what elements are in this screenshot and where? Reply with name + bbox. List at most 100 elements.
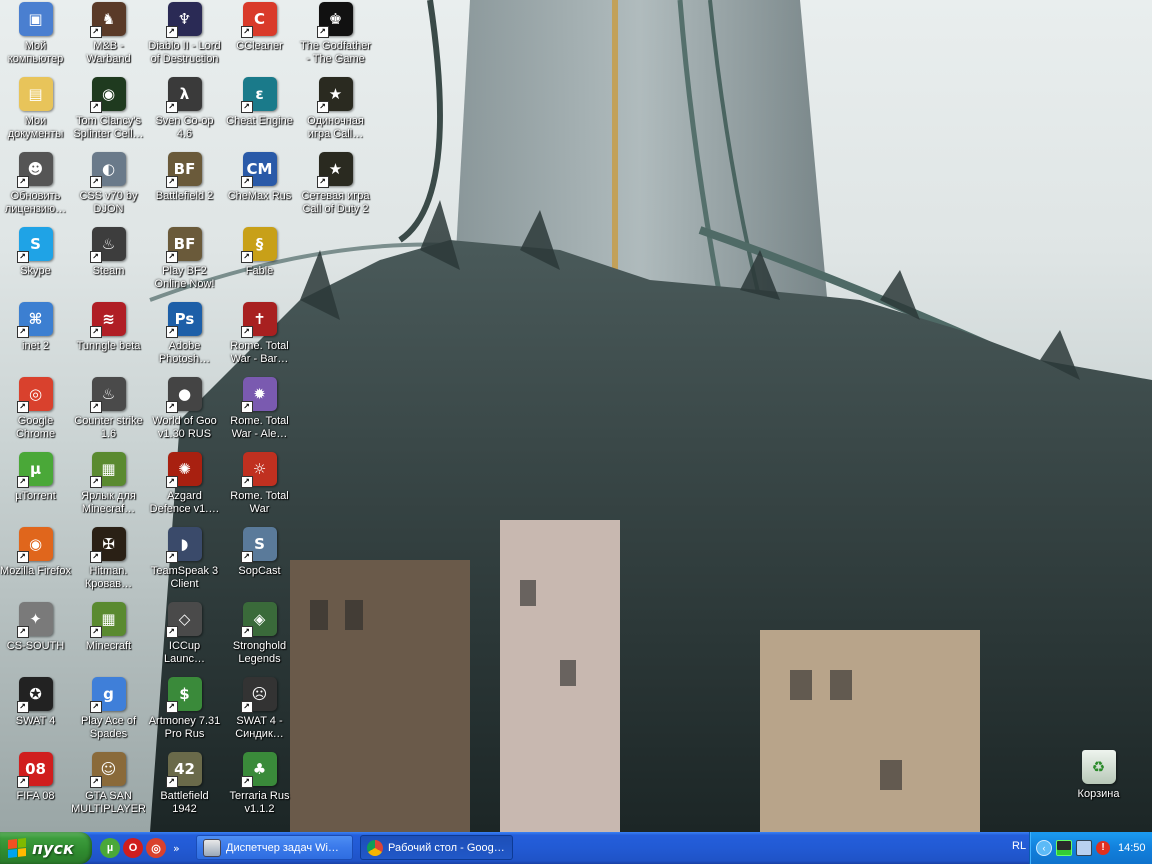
utorrent-icon[interactable]: µ <box>100 838 120 858</box>
terraria-icon: ♣ ↗ <box>240 752 277 788</box>
desktop-icon[interactable]: ☺ ↗ GTA SAN MULTIPLAYER <box>71 750 146 820</box>
rome-total-war-icon: ✝ ↗ <box>240 302 277 338</box>
desktop-icon-label: Hitman. Кровав… <box>84 565 133 590</box>
diablo2-icon: ♆ ↗ <box>165 2 202 38</box>
desktop-icon[interactable]: ▣ Мой компьютер <box>0 0 73 70</box>
desktop-icon-label: Sven Co-op 4.6 <box>155 115 214 140</box>
shortcut-arrow-icon: ↗ <box>16 476 29 488</box>
desktop-icon[interactable]: Ps ↗ Adobe Photosh… <box>147 300 222 370</box>
desktop-icon-label: Battlefield 2 <box>155 190 214 202</box>
start-button[interactable]: пуск <box>0 832 92 864</box>
chrome-icon <box>367 839 383 856</box>
chrome-icon[interactable]: ◎ <box>146 838 166 858</box>
swat4-icon: ✪ ↗ <box>16 677 53 713</box>
task-button-task-manager[interactable]: Диспетчер задач Wi… <box>196 835 353 860</box>
shortcut-arrow-icon: ↗ <box>165 476 178 488</box>
desktop-icon[interactable]: ⌘ ↗ inet 2 <box>0 300 73 370</box>
desktop-icon[interactable]: ★ ↗ Одиночная игра Call… <box>298 75 373 145</box>
clock[interactable]: 14:50 <box>1118 842 1146 854</box>
ace-of-spades-icon: g ↗ <box>89 677 126 713</box>
show-hidden-icons-chevron-icon[interactable]: ‹ <box>1036 840 1052 856</box>
shortcut-arrow-icon: ↗ <box>89 401 102 413</box>
desktop-icon[interactable]: ε ↗ Cheat Engine <box>222 75 297 145</box>
desktop-icon[interactable]: ♚ ↗ The Godfather - The Game <box>298 0 373 70</box>
desktop-icon-label: Terraria Rus v1.1.2 <box>229 790 290 815</box>
desktop-icon[interactable]: ◉ ↗ Tom Clancy's Splinter Cell… <box>71 75 146 145</box>
security-alert-icon[interactable]: ! <box>1096 841 1110 855</box>
desktop-icon[interactable]: § ↗ Fable <box>222 225 297 295</box>
task-button-chrome[interactable]: Рабочий стол - Goog… <box>360 835 513 860</box>
artmoney-icon: $ ↗ <box>165 677 202 713</box>
skype-icon: S ↗ <box>16 227 53 263</box>
desktop-icon[interactable]: ♨ ↗ Counter strike 1.6 <box>71 375 146 445</box>
shortcut-arrow-icon: ↗ <box>165 776 178 788</box>
desktop-icon[interactable]: ● ↗ World of Goo v1.30 RUS <box>147 375 222 445</box>
world-of-goo-icon: ● ↗ <box>165 377 202 413</box>
recycle-bin[interactable]: ♻ Корзина <box>1061 748 1136 818</box>
desktop-icon[interactable]: ✦ ↗ CS-SOUTH <box>0 600 73 670</box>
shortcut-arrow-icon: ↗ <box>165 26 178 38</box>
desktop-icon[interactable]: C ↗ CCleaner <box>222 0 297 70</box>
desktop-icon-label: Steam <box>92 265 125 277</box>
desktop-icon[interactable]: S ↗ Skype <box>0 225 73 295</box>
desktop-icon-label: SWAT 4 <box>15 715 56 727</box>
desktop-icon[interactable]: ◉ ↗ Mozilla Firefox <box>0 525 73 595</box>
desktop-icon[interactable]: ✠ ↗ Hitman. Кровав… <box>71 525 146 595</box>
desktop-icon[interactable]: ♨ ↗ Steam <box>71 225 146 295</box>
task-manager-icon <box>203 838 221 857</box>
desktop-icon[interactable]: ▤ Мои документы <box>0 75 73 145</box>
stronghold-icon: ◈ ↗ <box>240 602 277 638</box>
desktop-icon[interactable]: µ ↗ µTorrent <box>0 450 73 520</box>
desktop-icon-label: World of Goo v1.30 RUS <box>152 415 217 440</box>
desktop-icon[interactable]: ☻ ↗ Обновить лицензию… <box>0 150 73 220</box>
desktop-icon[interactable]: ◇ ↗ ICCup Launc… <box>147 600 222 670</box>
desktop-icon[interactable]: ☹ ↗ SWAT 4 - Синдик… <box>222 675 297 745</box>
shortcut-arrow-icon: ↗ <box>89 176 102 188</box>
desktop-icon[interactable]: g ↗ Play Ace of Spades <box>71 675 146 745</box>
desktop-icon[interactable]: CM ↗ CheMax Rus <box>222 150 297 220</box>
desktop-icon-label: CSS v70 by DJON <box>79 190 138 215</box>
desktop-icon[interactable]: ▦ ↗ Ярлык для Minecraf… <box>71 450 146 520</box>
desktop-icon[interactable]: ★ ↗ Сетевая игра Call of Duty 2 <box>298 150 373 220</box>
desktop-icon-label: Skype <box>20 265 51 277</box>
desktop-icon[interactable]: ▦ ↗ Minecraft <box>71 600 146 670</box>
desktop-icon-label: GTA SAN MULTIPLAYER <box>71 790 146 815</box>
desktop-icon[interactable]: ✪ ↗ SWAT 4 <box>0 675 73 745</box>
desktop-icon[interactable]: λ ↗ Sven Co-op 4.6 <box>147 75 222 145</box>
desktop-icon[interactable]: 42 ↗ Battlefield 1942 <box>147 750 222 820</box>
opera-icon[interactable]: O <box>123 838 143 858</box>
splinter-cell-icon: ◉ ↗ <box>89 77 126 113</box>
desktop-icon[interactable]: ◈ ↗ Stronghold Legends <box>222 600 297 670</box>
desktop-icon[interactable]: ◐ ↗ CSS v70 by DJON <box>71 150 146 220</box>
desktop-icon[interactable]: S ↗ SopCast <box>222 525 297 595</box>
desktop-icon[interactable]: ♞ ↗ M&B - Warband <box>71 0 146 70</box>
language-indicator[interactable]: RL <box>1012 840 1026 852</box>
desktop-icon-label: Play Ace of Spades <box>80 715 137 740</box>
desktop-icon[interactable]: 08 ↗ FIFA 08 <box>0 750 73 820</box>
desktop-icon[interactable]: ◎ ↗ Google Chrome <box>0 375 73 445</box>
desktop-icon[interactable]: ✹ ↗ Rome. Total War - Ale… <box>222 375 297 445</box>
rome-total-war-icon: ☼ ↗ <box>240 452 277 488</box>
desktop-icon[interactable]: ☼ ↗ Rome. Total War <box>222 450 297 520</box>
desktop-icon[interactable]: ♆ ↗ Diablo II - Lord of Destruction <box>147 0 222 70</box>
desktop-icon[interactable]: ◗ ↗ TeamSpeak 3 Client <box>147 525 222 595</box>
shortcut-arrow-icon: ↗ <box>89 551 102 563</box>
documents-folder-icon: ▤ <box>18 77 53 111</box>
shortcut-arrow-icon: ↗ <box>240 251 253 263</box>
shortcut-arrow-icon: ↗ <box>16 776 29 788</box>
desktop-icon-label: FIFA 08 <box>16 790 55 802</box>
desktop-icon[interactable]: BF ↗ Battlefield 2 <box>147 150 222 220</box>
desktop-icon[interactable]: ≋ ↗ Tunngle beta <box>71 300 146 370</box>
display-icon[interactable] <box>1076 840 1092 856</box>
desktop-icon[interactable]: $ ↗ Artmoney 7.31 Pro Rus <box>147 675 222 745</box>
desktop-icon[interactable]: ✝ ↗ Rome. Total War - Bar… <box>222 300 297 370</box>
network-status-icon[interactable] <box>1056 840 1072 856</box>
desktop-icon[interactable]: ♣ ↗ Terraria Rus v1.1.2 <box>222 750 297 820</box>
shortcut-arrow-icon: ↗ <box>165 551 178 563</box>
network-icon: ⌘ ↗ <box>16 302 53 338</box>
desktop-icon[interactable]: BF ↗ Play BF2 Online Now! <box>147 225 222 295</box>
desktop-icon-label: Google Chrome <box>15 415 56 440</box>
cheat-engine-icon: ε ↗ <box>240 77 277 113</box>
quick-launch-more-chevron-icon[interactable]: » <box>173 842 180 855</box>
desktop-icon[interactable]: ✺ ↗ Azgard Defence v1.… <box>147 450 222 520</box>
